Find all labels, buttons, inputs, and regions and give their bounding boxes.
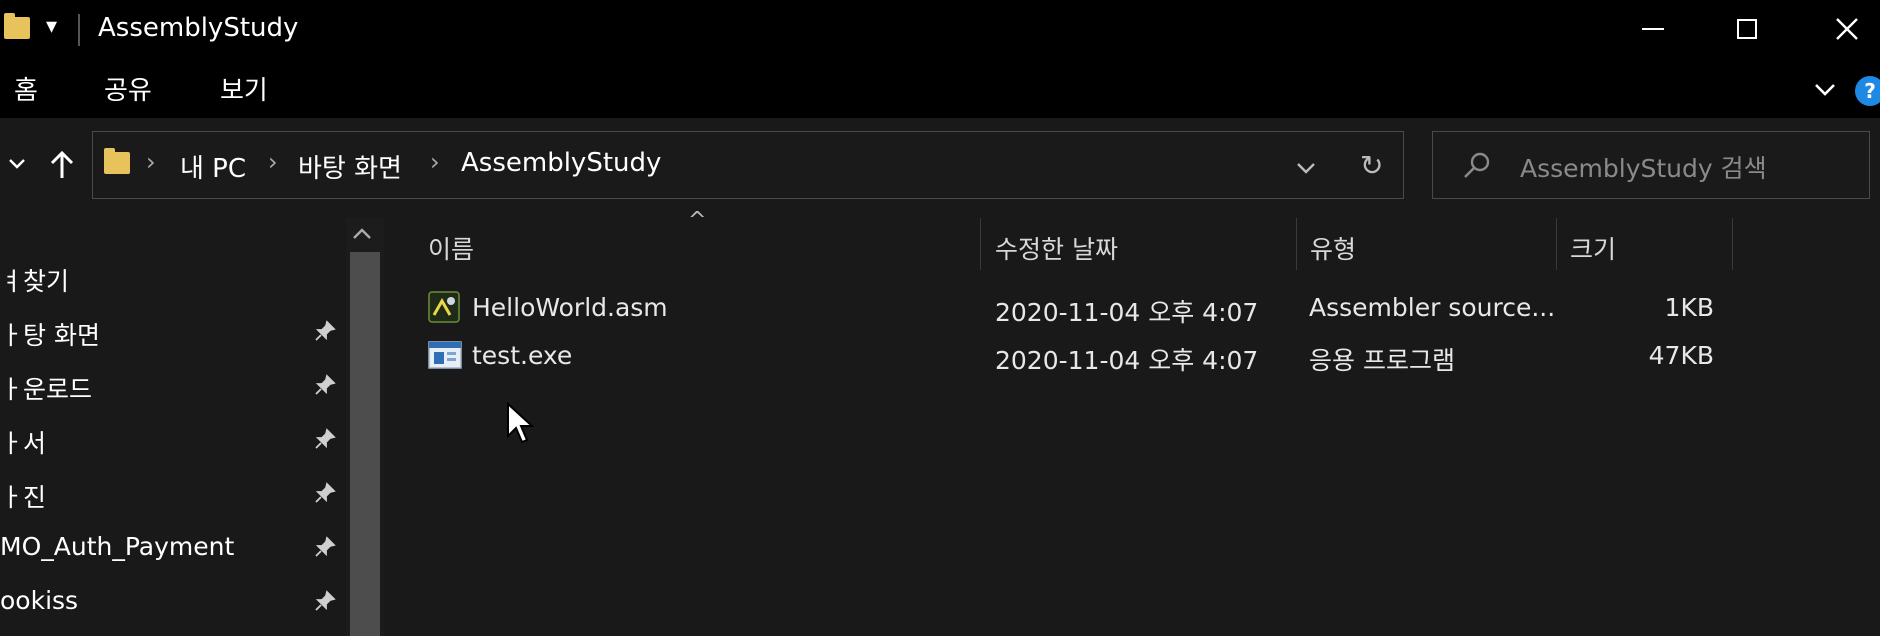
- pin-icon[interactable]: [314, 590, 336, 612]
- breadcrumb-separator[interactable]: ›: [430, 148, 440, 176]
- column-header-size[interactable]: 크기: [1570, 230, 1616, 266]
- window-title: AssemblyStudy: [98, 13, 299, 43]
- folder-icon: [4, 13, 30, 39]
- pin-icon[interactable]: [314, 320, 336, 342]
- column-header-type[interactable]: 유형: [1310, 230, 1356, 266]
- breadcrumb-separator[interactable]: ›: [146, 148, 156, 176]
- nav-scrollbar-thumb[interactable]: [350, 252, 380, 636]
- ribbon-expand-icon[interactable]: [1814, 83, 1836, 97]
- address-folder-icon: [104, 148, 130, 174]
- refresh-icon[interactable]: ↻: [1360, 149, 1383, 182]
- column-divider[interactable]: [1732, 218, 1733, 270]
- column-divider[interactable]: [1556, 218, 1557, 270]
- titlebar-divider: [78, 14, 80, 46]
- sort-ascending-icon: ^: [688, 208, 707, 233]
- recent-locations-icon[interactable]: [8, 158, 26, 170]
- file-modified: 2020-11-04 오후 4:07: [995, 298, 1259, 327]
- search-icon: [1464, 152, 1490, 178]
- nav-item-downloads[interactable]: ㅏ운로드: [0, 370, 92, 406]
- maximize-button[interactable]: [1717, 6, 1777, 52]
- file-name[interactable]: HelloWorld.asm: [472, 293, 668, 322]
- column-header-name[interactable]: 이름: [428, 230, 474, 266]
- pin-icon[interactable]: [314, 482, 336, 504]
- nav-item-desktop[interactable]: ㅏ탕 화면: [0, 316, 100, 352]
- nav-item-documents[interactable]: ㅏ서: [0, 424, 46, 460]
- file-list: [385, 218, 1880, 636]
- maximize-icon: [1737, 19, 1757, 39]
- file-name[interactable]: test.exe: [472, 341, 572, 370]
- minimize-icon: [1642, 28, 1664, 30]
- help-icon[interactable]: ?: [1855, 76, 1880, 106]
- file-type: 응용 프로그램: [1309, 346, 1455, 375]
- close-icon: [1836, 18, 1858, 40]
- ribbon-tab-view[interactable]: 보기: [220, 70, 268, 107]
- column-divider[interactable]: [1296, 218, 1297, 270]
- pin-icon[interactable]: [314, 536, 336, 558]
- address-bar[interactable]: [92, 131, 1404, 199]
- pin-icon[interactable]: [314, 428, 336, 450]
- nav-item-pictures[interactable]: ㅏ진: [0, 478, 46, 514]
- ribbon-tab-share[interactable]: 공유: [104, 70, 152, 107]
- quick-access-toolbar-icon[interactable]: ▾: [46, 14, 57, 39]
- address-dropdown-icon[interactable]: [1296, 162, 1316, 174]
- mouse-cursor-icon: [507, 402, 534, 444]
- column-divider[interactable]: [980, 218, 981, 270]
- nav-item-ookiss[interactable]: ookiss: [0, 586, 78, 615]
- breadcrumb-current-folder[interactable]: AssemblyStudy: [461, 148, 661, 178]
- ribbon-tab-home[interactable]: 홈: [14, 70, 38, 107]
- nav-item-quick-access[interactable]: ㅕ찾기: [0, 262, 69, 298]
- file-modified: 2020-11-04 오후 4:07: [995, 346, 1259, 375]
- close-button[interactable]: [1817, 6, 1877, 52]
- file-size: 47KB: [1648, 341, 1714, 370]
- scroll-up-icon[interactable]: [352, 228, 372, 240]
- breadcrumb-separator[interactable]: ›: [268, 148, 278, 176]
- column-header-modified[interactable]: 수정한 날짜: [995, 230, 1118, 266]
- minimize-button[interactable]: [1623, 6, 1683, 52]
- breadcrumb-desktop[interactable]: 바탕 화면: [298, 148, 402, 185]
- asm-file-icon: [428, 291, 460, 323]
- breadcrumb-this-pc[interactable]: 내 PC: [180, 148, 246, 185]
- up-arrow-icon[interactable]: [48, 150, 76, 180]
- pin-icon[interactable]: [314, 374, 336, 396]
- nav-item-mo-auth-payment[interactable]: MO_Auth_Payment: [0, 532, 234, 561]
- file-size: 1KB: [1664, 293, 1714, 322]
- file-type: Assembler source...: [1309, 293, 1556, 322]
- search-placeholder: AssemblyStudy 검색: [1520, 154, 1767, 183]
- exe-file-icon: [428, 341, 462, 369]
